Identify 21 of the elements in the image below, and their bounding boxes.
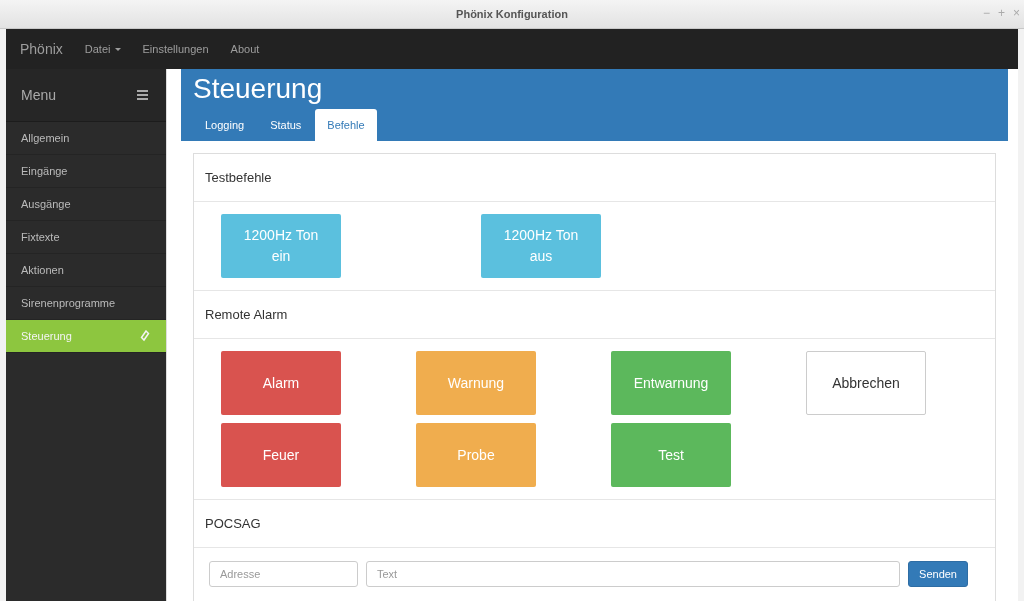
- page-title: Steuerung: [193, 73, 324, 105]
- sidebar-title: Menu: [21, 87, 57, 103]
- caret-icon: [114, 47, 121, 51]
- command-button[interactable]: Entwarnung: [611, 351, 731, 415]
- command-button[interactable]: Feuer: [221, 423, 341, 487]
- link-icon: [140, 330, 150, 342]
- send-button[interactable]: Senden: [908, 561, 968, 587]
- menu-item[interactable]: About: [230, 43, 260, 55]
- address-field[interactable]: Adresse: [209, 561, 358, 587]
- menu-item[interactable]: Einstellungen: [142, 43, 209, 55]
- window-title: Phönix Konfiguration: [456, 8, 568, 20]
- tab[interactable]: Status: [258, 109, 314, 141]
- command-button[interactable]: Abbrechen: [806, 351, 926, 415]
- text-field[interactable]: Text: [366, 561, 901, 587]
- tab[interactable]: Logging: [193, 109, 257, 141]
- command-button[interactable]: Alarm: [221, 351, 341, 415]
- tab[interactable]: Befehle: [315, 109, 377, 141]
- menu-icon[interactable]: [137, 90, 148, 100]
- app-brand[interactable]: Phönix: [20, 41, 63, 57]
- command-button[interactable]: Test: [611, 423, 731, 487]
- menu-item[interactable]: Datei: [84, 43, 121, 55]
